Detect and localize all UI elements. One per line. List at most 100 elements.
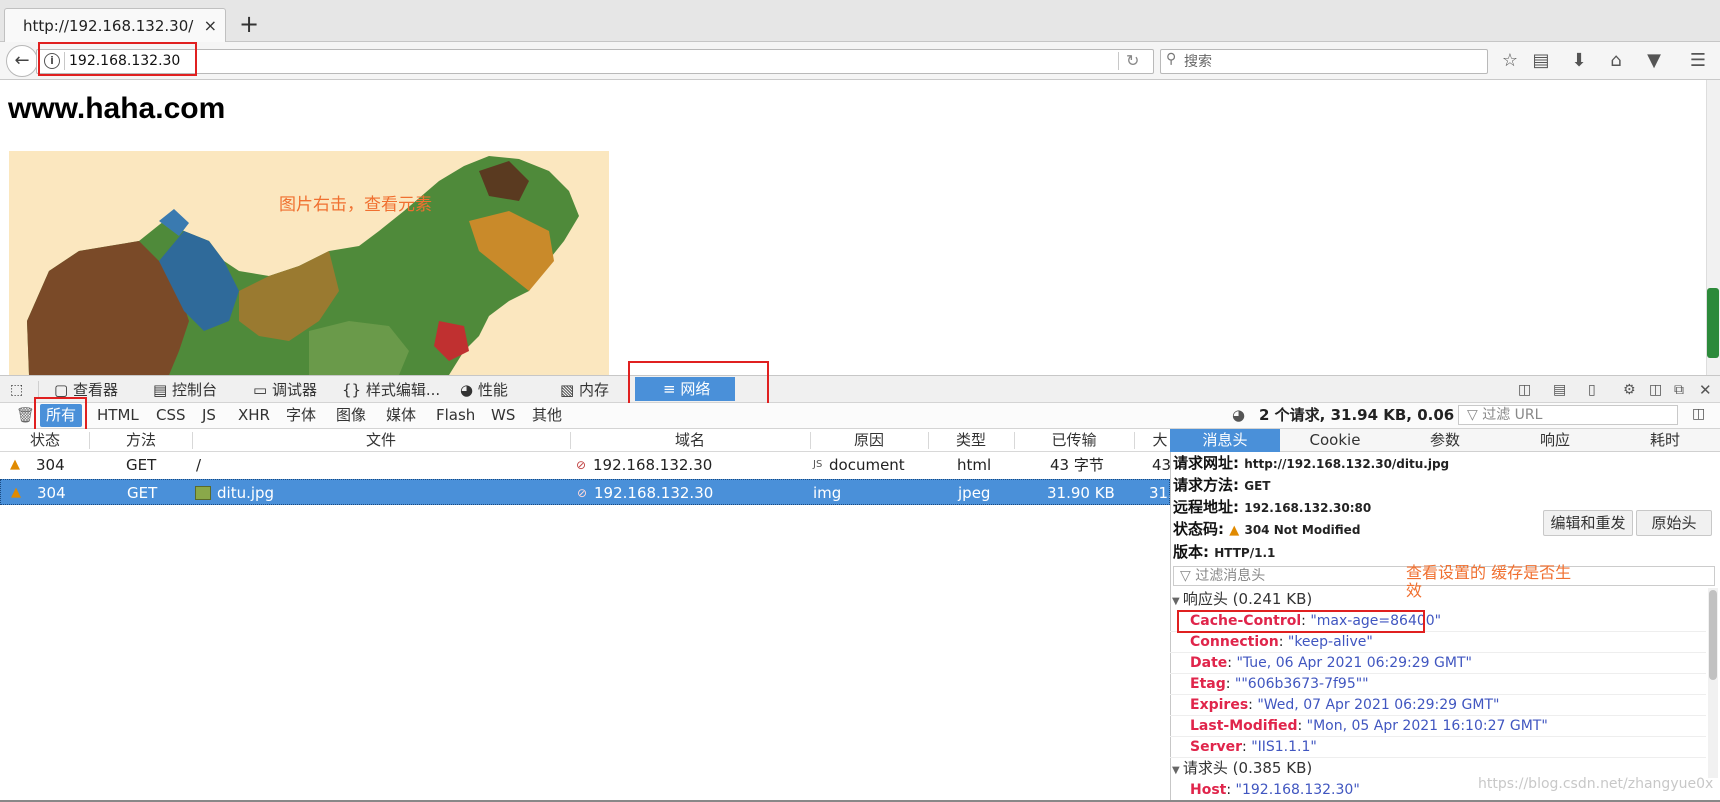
tab-memory[interactable]: ▧ 内存 bbox=[560, 378, 609, 402]
filter-css-button[interactable]: CSS bbox=[150, 404, 192, 427]
filter-images-button[interactable]: 图像 bbox=[330, 404, 372, 427]
cell-transferred: 43 字节 bbox=[1050, 456, 1104, 474]
column-transferred[interactable]: 已传输 bbox=[1014, 430, 1134, 451]
filter-js-button[interactable]: JS bbox=[196, 404, 222, 427]
url-bar[interactable] bbox=[36, 49, 1154, 74]
column-method[interactable]: 方法 bbox=[90, 430, 192, 451]
column-status[interactable]: 状态 bbox=[0, 430, 90, 451]
column-domain[interactable]: 域名 bbox=[570, 430, 810, 451]
console-icon: ▤ bbox=[153, 381, 172, 399]
raw-headers-button[interactable]: 原始头 bbox=[1636, 510, 1712, 536]
download-icon[interactable]: ⬇ bbox=[1568, 50, 1590, 72]
filter-media-button[interactable]: 媒体 bbox=[380, 404, 422, 427]
highlight-box-url bbox=[38, 42, 197, 76]
cell-cause: document bbox=[829, 456, 905, 474]
warning-icon: ▲ bbox=[1229, 523, 1240, 538]
tab-response[interactable]: 响应 bbox=[1500, 429, 1610, 452]
devtools-separator bbox=[38, 381, 39, 398]
cell-domain: 192.168.132.30 bbox=[594, 484, 714, 502]
home-icon[interactable]: ⌂ bbox=[1605, 50, 1627, 72]
search-icon: ⚲ bbox=[1166, 51, 1177, 67]
dock-side-icon[interactable]: ◫ bbox=[1649, 378, 1662, 402]
responsive-mode-icon[interactable]: ▯ bbox=[1588, 378, 1596, 402]
edit-resend-button[interactable]: 编辑和重发 bbox=[1543, 510, 1633, 536]
filter-ws-button[interactable]: WS bbox=[485, 404, 521, 427]
performance-icon: ◕ bbox=[460, 381, 478, 399]
cell-cause: img bbox=[813, 484, 842, 502]
header-row[interactable]: Expires: "Wed, 07 Apr 2021 06:29:29 GMT" bbox=[1170, 695, 1706, 716]
cell-file: ditu.jpg bbox=[217, 484, 275, 502]
element-picker-icon[interactable]: ⬚ bbox=[10, 378, 23, 402]
image-annotation: 图片右击，查看元素 bbox=[279, 195, 432, 215]
request-headers-section[interactable]: ▼ 请求头 (0.385 KB) bbox=[1172, 758, 1312, 781]
tab-title: http://192.168.132.30/ bbox=[23, 17, 194, 35]
column-cause[interactable]: 原因 bbox=[810, 430, 928, 451]
insecure-icon: ⊘ bbox=[576, 458, 587, 472]
url-separator-2 bbox=[1118, 52, 1119, 70]
filter-icon: ▽ bbox=[1467, 407, 1483, 423]
url-filter-input[interactable]: ▽ 过滤 URL bbox=[1458, 405, 1678, 425]
undock-icon[interactable]: ⧉ bbox=[1674, 378, 1684, 402]
table-row[interactable]: ▲ 304 GET / ⊘ 192.168.132.30 JS document… bbox=[0, 452, 1172, 478]
reading-list-icon[interactable]: ▤ bbox=[1530, 50, 1552, 72]
cell-size: 43 bbox=[1152, 456, 1172, 474]
performance-analysis-icon[interactable]: ◕ bbox=[1232, 406, 1245, 424]
filter-flash-button[interactable]: Flash bbox=[430, 404, 481, 427]
tab-performance[interactable]: ◕ 性能 bbox=[460, 378, 508, 402]
bookmark-star-icon[interactable]: ☆ bbox=[1499, 50, 1521, 72]
scratchpad-icon[interactable]: ▤ bbox=[1553, 378, 1566, 402]
china-map-image[interactable] bbox=[9, 151, 609, 375]
page-scrollbar-thumb[interactable] bbox=[1707, 288, 1719, 358]
toggle-sidebar-icon[interactable]: ◫ bbox=[1692, 406, 1705, 422]
header-row[interactable]: Server: "IIS1.1.1" bbox=[1170, 737, 1706, 758]
settings-icon[interactable]: ⚙ bbox=[1623, 378, 1636, 402]
tab-params[interactable]: 参数 bbox=[1390, 429, 1500, 452]
split-console-icon[interactable]: ◫ bbox=[1518, 378, 1531, 402]
tab-style-editor[interactable]: {} 样式编辑... bbox=[342, 378, 440, 402]
reload-icon[interactable]: ↻ bbox=[1126, 51, 1139, 70]
cell-status: 304 bbox=[36, 456, 65, 474]
status-code-value: 304 Not Modified bbox=[1244, 523, 1361, 537]
column-type[interactable]: 类型 bbox=[928, 430, 1014, 451]
header-row[interactable]: Connection: "keep-alive" bbox=[1170, 632, 1706, 653]
status-code-row: 状态码: ▲ 304 Not Modified bbox=[1173, 520, 1361, 538]
tab-timings[interactable]: 耗时 bbox=[1610, 429, 1720, 452]
cell-method: GET bbox=[127, 484, 158, 502]
tab-console[interactable]: ▤ 控制台 bbox=[153, 378, 217, 402]
column-separator bbox=[1134, 432, 1135, 449]
new-tab-icon[interactable]: + bbox=[236, 12, 262, 38]
tab-debugger[interactable]: ▭ 调试器 bbox=[253, 378, 317, 402]
header-row[interactable]: Last-Modified: "Mon, 05 Apr 2021 16:10:2… bbox=[1170, 716, 1706, 737]
close-devtools-icon[interactable]: ✕ bbox=[1699, 378, 1712, 402]
filter-html-button[interactable]: HTML bbox=[91, 404, 145, 427]
cache-annotation: 查看设置的 缓存是否生效 bbox=[1406, 563, 1572, 600]
column-file[interactable]: 文件 bbox=[192, 430, 570, 451]
warning-icon: ▲ bbox=[11, 485, 21, 500]
pocket-icon[interactable]: ▼ bbox=[1643, 50, 1665, 72]
response-headers-section[interactable]: ▼ 响应头 (0.241 KB) bbox=[1172, 589, 1312, 612]
table-row-selected[interactable]: ▲ 304 GET ditu.jpg ⊘ 192.168.132.30 img … bbox=[0, 479, 1173, 505]
panel-scrollbar-thumb[interactable] bbox=[1709, 590, 1717, 680]
filter-fonts-button[interactable]: 字体 bbox=[280, 404, 322, 427]
tab-cookie[interactable]: Cookie bbox=[1280, 429, 1390, 452]
filter-icon: ▽ bbox=[1180, 568, 1196, 584]
collapse-arrow-icon: ▼ bbox=[1172, 765, 1183, 776]
style-editor-icon: {} bbox=[342, 381, 366, 399]
filter-other-button[interactable]: 其他 bbox=[526, 404, 568, 427]
header-row[interactable]: Etag: ""606b3673-7f95"" bbox=[1170, 674, 1706, 695]
highlight-box-cache-control bbox=[1177, 610, 1425, 633]
page-title: www.haha.com bbox=[8, 92, 226, 125]
browser-tab[interactable]: http://192.168.132.30/ × bbox=[4, 8, 226, 42]
tab-close-icon[interactable]: × bbox=[204, 9, 217, 43]
request-summary: 2 个请求, 31.94 KB, 0.06 秒 bbox=[1259, 406, 1475, 424]
tab-headers[interactable]: 消息头 bbox=[1170, 429, 1280, 452]
back-icon[interactable]: ← bbox=[6, 45, 38, 77]
filter-xhr-button[interactable]: XHR bbox=[232, 404, 276, 427]
warning-icon: ▲ bbox=[10, 457, 20, 472]
column-size[interactable]: 大 bbox=[1150, 430, 1170, 451]
cell-type: jpeg bbox=[958, 484, 991, 502]
header-row[interactable]: Date: "Tue, 06 Apr 2021 06:29:29 GMT" bbox=[1170, 653, 1706, 674]
cell-transferred: 31.90 KB bbox=[1047, 484, 1115, 502]
menu-icon[interactable]: ☰ bbox=[1687, 50, 1709, 72]
cell-file: / bbox=[196, 456, 202, 474]
